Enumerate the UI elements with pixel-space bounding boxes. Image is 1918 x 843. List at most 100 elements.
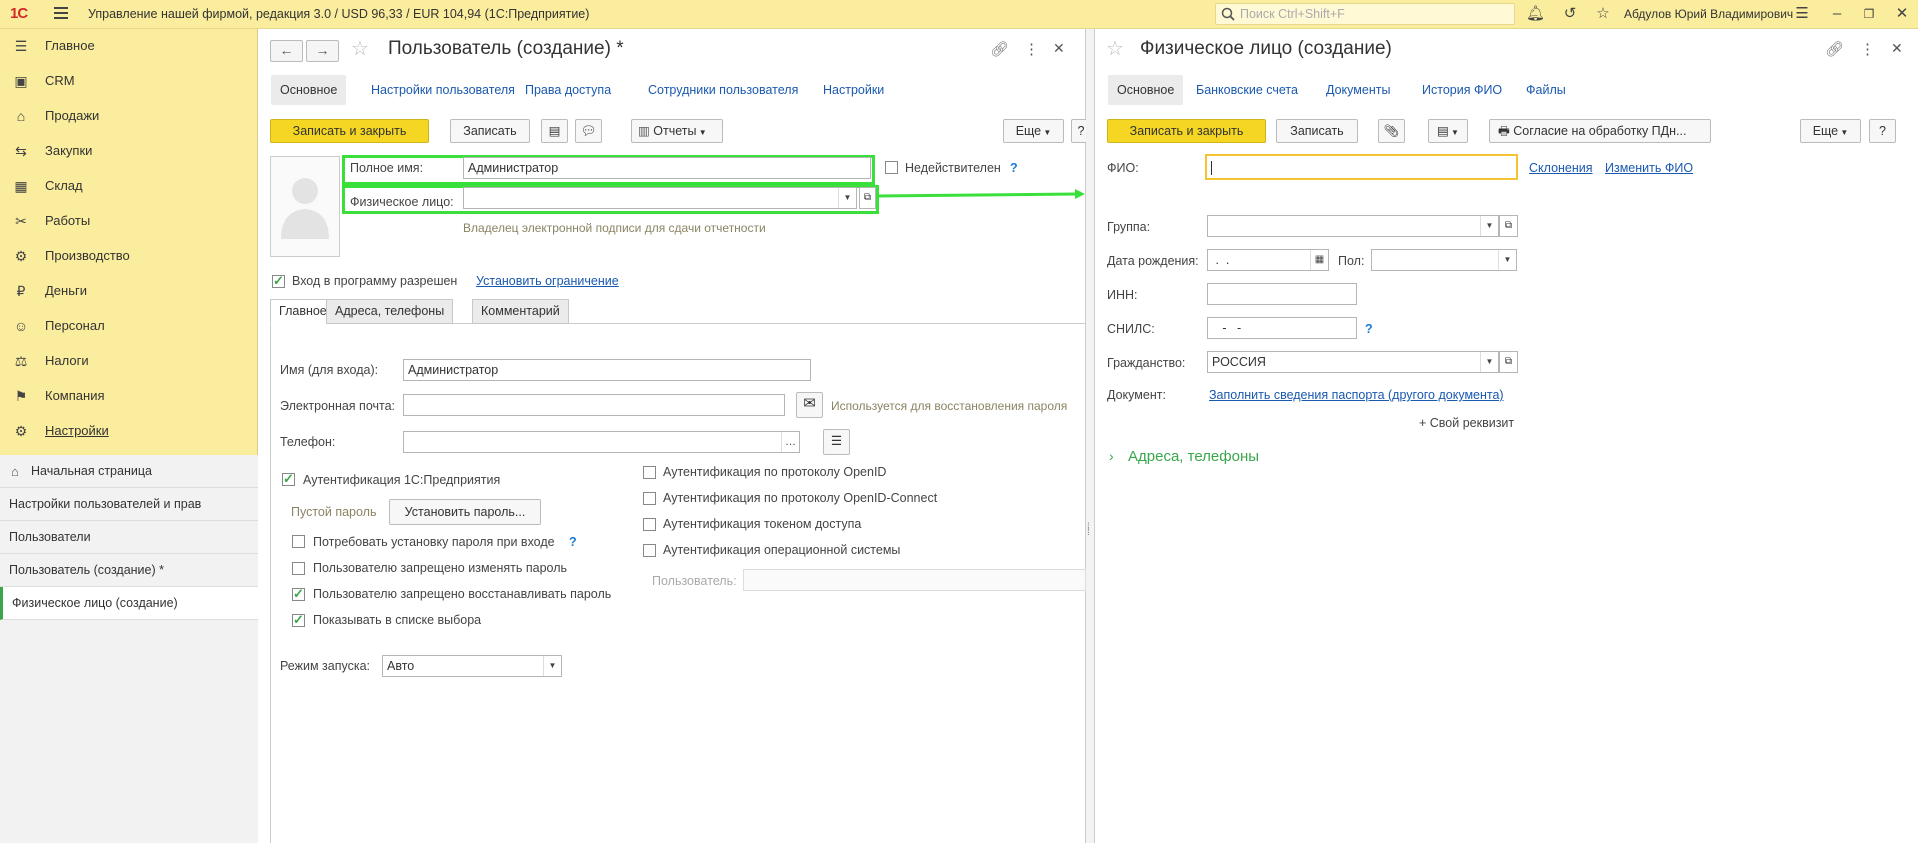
more-vert-icon[interactable]: ⋮ xyxy=(1860,40,1875,58)
auth-token-checkbox[interactable] xyxy=(643,518,656,531)
auth-openid-connect-checkbox[interactable] xyxy=(643,492,656,505)
tab-files[interactable]: Файлы xyxy=(1526,83,1566,97)
citizenship-select[interactable]: РОССИЯ ▼ xyxy=(1207,351,1499,373)
show-in-list-checkbox[interactable] xyxy=(292,612,305,628)
tab-name-history[interactable]: История ФИО xyxy=(1422,83,1502,97)
sidebar-item[interactable]: ⚑ Компания xyxy=(0,379,258,413)
sidebar-item[interactable]: ₽ Деньги xyxy=(0,274,258,308)
open-window-item[interactable]: ⌂ Начальная страница xyxy=(0,455,258,488)
more-button[interactable]: Еще ▼ xyxy=(1003,119,1064,143)
forbid-restore-checkbox[interactable] xyxy=(292,586,305,602)
open-icon[interactable]: ⧉ xyxy=(1499,351,1518,373)
tab-user-employees[interactable]: Сотрудники пользователя xyxy=(648,83,798,97)
global-search-input[interactable]: Поиск Ctrl+Shift+F xyxy=(1215,3,1515,25)
ellipsis-icon[interactable]: … xyxy=(781,432,799,452)
chevron-down-icon[interactable]: ▼ xyxy=(838,188,856,208)
auth-1c-checkbox[interactable] xyxy=(282,471,295,487)
help-icon[interactable]: ? xyxy=(569,535,577,549)
filter-icon[interactable]: ☰ xyxy=(823,429,850,455)
avatar[interactable] xyxy=(270,156,340,257)
more-vert-icon[interactable]: ⋮ xyxy=(1024,40,1039,58)
bell-icon[interactable]: 🔔︎ xyxy=(1526,5,1545,23)
chevron-down-icon[interactable]: ▼ xyxy=(1480,352,1498,372)
group-input[interactable]: ▼ xyxy=(1207,215,1499,237)
sidebar-item[interactable]: ⇆ Закупки xyxy=(0,134,258,168)
save-button[interactable]: Записать xyxy=(1276,119,1358,143)
forbid-change-checkbox[interactable] xyxy=(292,562,305,575)
current-user[interactable]: Абдулов Юрий Владимирович xyxy=(1624,7,1793,21)
tab-access-rights[interactable]: Права доступа xyxy=(525,83,611,97)
tab-documents[interactable]: Документы xyxy=(1326,83,1390,97)
link-icon[interactable]: 🔗︎ xyxy=(1825,40,1844,58)
open-icon[interactable]: ⧉ xyxy=(859,187,876,209)
close-form-icon[interactable]: ✕ xyxy=(1891,40,1903,57)
tab-bank-accounts[interactable]: Банковские счета xyxy=(1196,83,1298,97)
save-and-close-button[interactable]: Записать и закрыть xyxy=(270,119,429,143)
open-window-item[interactable]: Настройки пользователей и прав xyxy=(0,488,258,521)
help-icon[interactable]: ? xyxy=(1365,322,1373,336)
reports-button[interactable]: ▥ Отчеты ▼ xyxy=(631,119,723,143)
splitter[interactable]: ⁞ ⁞ xyxy=(1086,29,1094,843)
inn-input[interactable] xyxy=(1207,283,1357,305)
auth-os-checkbox[interactable] xyxy=(643,544,656,557)
forward-button[interactable]: → xyxy=(306,40,339,62)
back-button[interactable]: ← xyxy=(270,40,303,62)
launch-mode-select[interactable]: Авто ▼ xyxy=(382,655,562,677)
favorite-star-icon[interactable]: ☆ xyxy=(351,36,369,61)
invalid-checkbox[interactable] xyxy=(885,161,898,174)
open-icon[interactable]: ⧉ xyxy=(1499,215,1518,237)
sidebar-item[interactable]: ⌂ Продажи xyxy=(0,99,258,133)
chevron-down-icon[interactable]: ▼ xyxy=(1480,216,1498,236)
link-icon[interactable]: 🔗︎ xyxy=(990,40,1009,58)
birth-date-input[interactable]: . . ▦ xyxy=(1207,249,1329,271)
inner-tab-comment[interactable]: Комментарий xyxy=(472,299,569,324)
require-password-checkbox[interactable] xyxy=(292,535,305,548)
auth-openid-checkbox[interactable] xyxy=(643,466,656,479)
change-fio-link[interactable]: Изменить ФИО xyxy=(1605,161,1693,175)
sidebar-item[interactable]: ▦ Склад xyxy=(0,169,258,203)
email-input[interactable] xyxy=(403,394,785,416)
close-form-icon[interactable]: ✕ xyxy=(1053,40,1065,57)
close-app-icon[interactable]: ✕ xyxy=(1893,5,1911,23)
snils-input[interactable]: - - xyxy=(1207,317,1357,339)
sidebar-item[interactable]: ▣ CRM xyxy=(0,64,258,98)
restore-icon[interactable]: ❐ xyxy=(1860,5,1878,23)
sidebar-item[interactable]: ☺ Персонал xyxy=(0,309,258,343)
addresses-group-header[interactable]: Адреса, телефоны xyxy=(1128,448,1259,465)
set-password-button[interactable]: Установить пароль... xyxy=(389,499,541,525)
chevron-down-icon[interactable]: ▼ xyxy=(543,656,561,676)
list-icon[interactable]: ▤ xyxy=(541,119,568,143)
tab-settings[interactable]: Настройки xyxy=(823,83,884,97)
open-window-item[interactable]: Пользователи xyxy=(0,521,258,554)
help-button[interactable]: ? xyxy=(1869,119,1896,143)
set-restriction-link[interactable]: Установить ограничение xyxy=(476,274,619,288)
inner-tab-addresses[interactable]: Адреса, телефоны xyxy=(326,299,454,324)
open-window-item[interactable]: Пользователь (создание) * xyxy=(0,554,258,587)
envelope-icon[interactable]: ✉ xyxy=(796,392,823,418)
settings-menu-icon[interactable]: ☰ xyxy=(1793,5,1811,23)
minimize-icon[interactable]: – xyxy=(1828,5,1846,23)
sidebar-item[interactable]: ⚖ Налоги xyxy=(0,344,258,378)
comment-icon[interactable]: 💬︎ xyxy=(575,119,602,143)
main-menu-icon[interactable] xyxy=(54,7,68,21)
print-menu-button[interactable]: ▤ ▼ xyxy=(1428,119,1468,143)
open-window-item[interactable]: Физическое лицо (создание) xyxy=(0,587,258,620)
consent-button[interactable]: 🖶︎ Согласие на обработку ПДн... xyxy=(1489,119,1711,143)
login-allowed-checkbox[interactable] xyxy=(272,273,285,289)
phone-input[interactable]: … xyxy=(403,431,800,453)
more-button[interactable]: Еще ▼ xyxy=(1800,119,1861,143)
save-button[interactable]: Записать xyxy=(450,119,530,143)
tab-main[interactable]: Основное xyxy=(1108,75,1184,105)
help-icon[interactable]: ? xyxy=(1010,161,1018,175)
tab-main[interactable]: Основное xyxy=(271,75,347,105)
sidebar-item[interactable]: ☰ Главное xyxy=(0,29,258,63)
sidebar-item[interactable]: ⚙ Настройки xyxy=(0,414,258,448)
declensions-link[interactable]: Склонения xyxy=(1529,161,1593,175)
tab-user-settings[interactable]: Настройки пользователя xyxy=(371,83,515,97)
favorites-star-icon[interactable]: ☆ xyxy=(1594,5,1612,23)
attachment-icon[interactable]: 📎︎ xyxy=(1378,119,1405,143)
os-user-input[interactable] xyxy=(743,569,1086,591)
person-input[interactable]: ▼ xyxy=(463,187,857,209)
fio-input[interactable] xyxy=(1205,154,1518,180)
own-attribute-button[interactable]: + Свой реквизит xyxy=(1419,416,1514,430)
